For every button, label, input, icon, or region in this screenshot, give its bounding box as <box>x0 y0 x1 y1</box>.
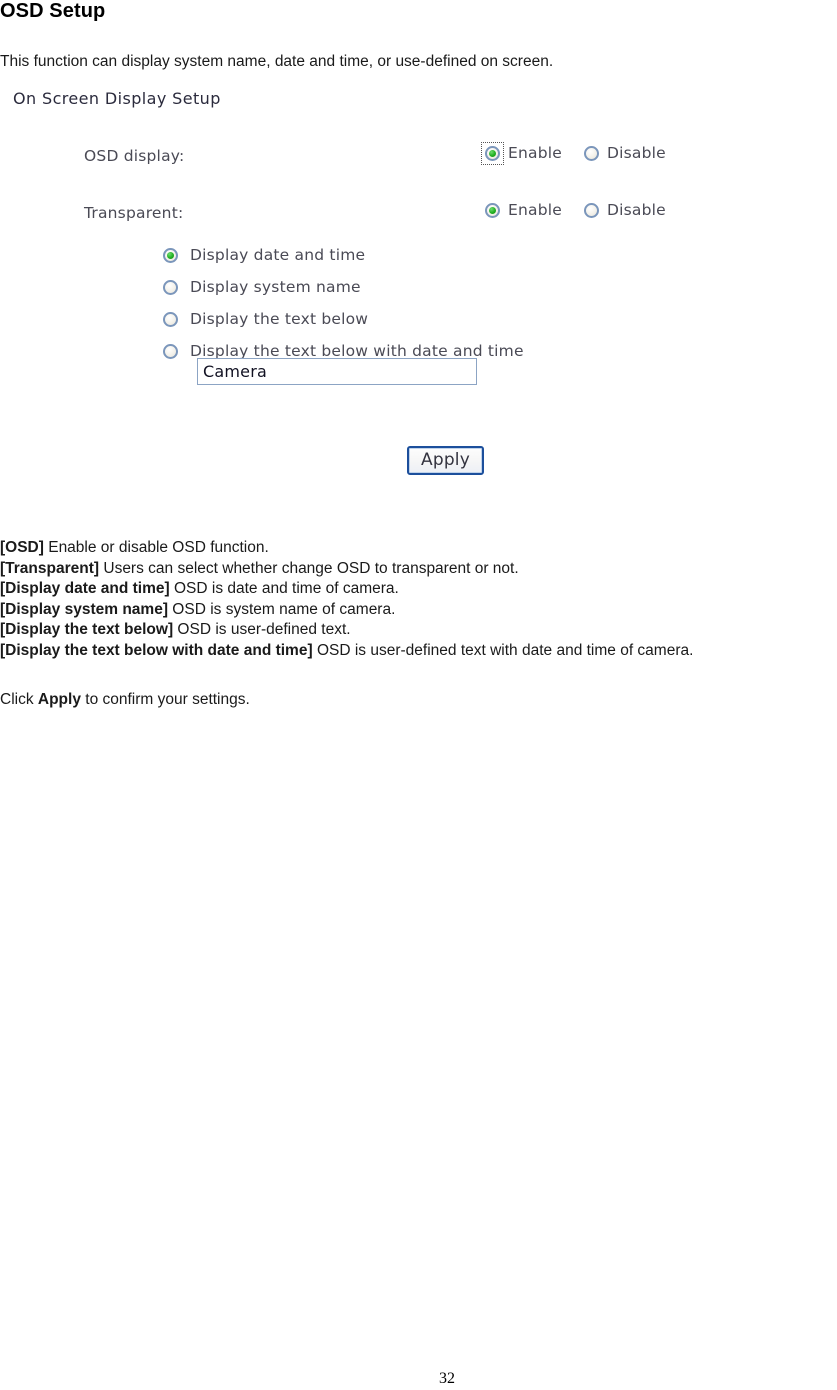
description-term: [Display date and time] <box>0 580 170 597</box>
description-term: [Transparent] <box>0 559 100 577</box>
description-term: [Display the text below] <box>0 621 174 638</box>
osd-display-radio-group: Enable Disable <box>481 141 666 165</box>
radio-icon[interactable] <box>163 311 178 327</box>
osd-text-input[interactable] <box>197 358 477 385</box>
osd-display-enable-label: Enable <box>508 144 562 162</box>
osd-display-label: OSD display: <box>84 147 185 165</box>
radio-icon[interactable] <box>584 145 599 161</box>
description-text: OSD is date and time of camera. <box>169 580 399 597</box>
radio-icon[interactable] <box>584 202 599 218</box>
transparent-radio-group: Enable Disable <box>485 201 666 219</box>
description-text: Enable or disable OSD function. <box>43 539 269 556</box>
description-text: OSD is system name of camera. <box>168 600 396 618</box>
description-text: OSD is user-defined text. <box>173 621 351 638</box>
description-item: [Display date and time] OSD is date and … <box>0 579 837 600</box>
display-mode-option-system-name[interactable]: Display system name <box>163 271 524 303</box>
display-mode-label: Display system name <box>190 278 361 296</box>
closing-post: to confirm your settings. <box>80 691 250 708</box>
description-item: [Display the text below] OSD is user-def… <box>0 620 837 641</box>
transparent-disable-label: Disable <box>607 201 666 219</box>
display-mode-label: Display the text below <box>190 310 369 328</box>
panel-title: On Screen Display Setup <box>13 89 221 108</box>
radio-icon[interactable] <box>163 279 178 295</box>
radio-icon[interactable] <box>485 145 500 161</box>
osd-display-disable-option[interactable]: Disable <box>584 144 666 162</box>
closing-pre: Click <box>0 691 38 708</box>
intro-paragraph: This function can display system name, d… <box>0 53 554 70</box>
osd-display-disable-label: Disable <box>607 144 666 162</box>
description-list: [OSD] Enable or disable OSD function. [T… <box>0 538 837 661</box>
transparent-disable-option[interactable]: Disable <box>584 201 666 219</box>
description-item: [Display the text below with date and ti… <box>0 641 837 662</box>
display-mode-label: Display date and time <box>190 246 366 264</box>
transparent-enable-label: Enable <box>508 201 562 219</box>
display-mode-radio-group: Display date and time Display system nam… <box>163 239 524 367</box>
radio-icon[interactable] <box>163 247 178 263</box>
description-text: Users can select whether change OSD to t… <box>99 559 519 577</box>
radio-icon[interactable] <box>163 343 178 359</box>
closing-bold: Apply <box>37 691 81 708</box>
radio-icon[interactable] <box>485 202 500 218</box>
display-mode-option-date-time[interactable]: Display date and time <box>163 239 524 271</box>
page-title: OSD Setup <box>0 0 106 22</box>
description-item: [Display system name] OSD is system name… <box>0 600 837 621</box>
description-term: [OSD] <box>0 539 44 556</box>
description-item: [OSD] Enable or disable OSD function. <box>0 538 837 559</box>
description-term: [Display system name] <box>0 600 168 618</box>
description-text: OSD is user-defined text with date and t… <box>312 641 694 659</box>
osd-setup-form: On Screen Display Setup OSD display: Ena… <box>0 84 837 494</box>
closing-instruction: Click Apply to confirm your settings. <box>0 690 250 710</box>
description-item: [Transparent] Users can select whether c… <box>0 559 837 580</box>
apply-button[interactable]: Apply <box>407 446 484 475</box>
page-number: 32 <box>439 1370 455 1387</box>
transparent-enable-option[interactable]: Enable <box>485 201 562 219</box>
display-mode-option-text-below[interactable]: Display the text below <box>163 303 524 335</box>
description-term: [Display the text below with date and ti… <box>0 641 313 659</box>
transparent-label: Transparent: <box>84 204 184 222</box>
focus-outline <box>481 141 504 165</box>
osd-display-enable-option[interactable]: Enable <box>481 141 562 165</box>
